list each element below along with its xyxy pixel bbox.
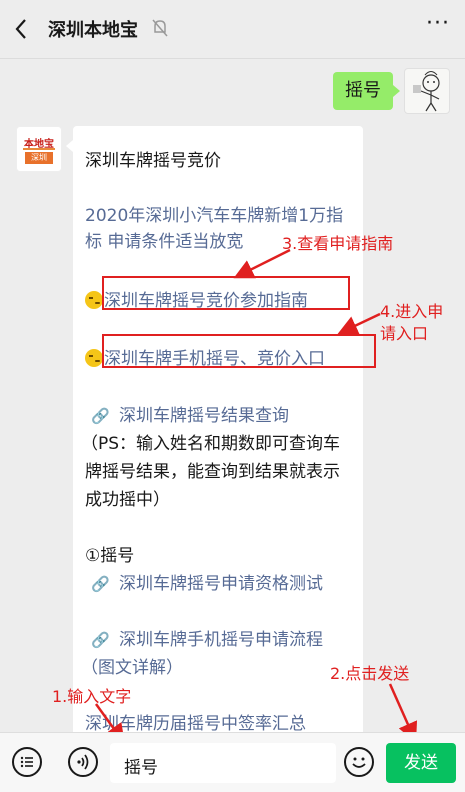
message-input[interactable]: 摇号 [110,743,336,783]
arrow-step3 [233,248,291,279]
menu-list-icon [20,756,33,768]
annotation-arrows [94,248,418,745]
voice-input-button[interactable] [68,747,98,777]
message-input-text: 摇号 [124,758,158,778]
menu-toggle-button[interactable] [12,747,42,777]
send-button[interactable]: 发送 [386,743,456,783]
arrow-step2 [388,683,418,743]
arrow-step4 [337,312,381,335]
voice-icon [77,754,89,770]
input-bar: 摇号 发送 [0,732,465,792]
smiley-icon [352,757,366,768]
emoji-button[interactable] [344,747,374,777]
